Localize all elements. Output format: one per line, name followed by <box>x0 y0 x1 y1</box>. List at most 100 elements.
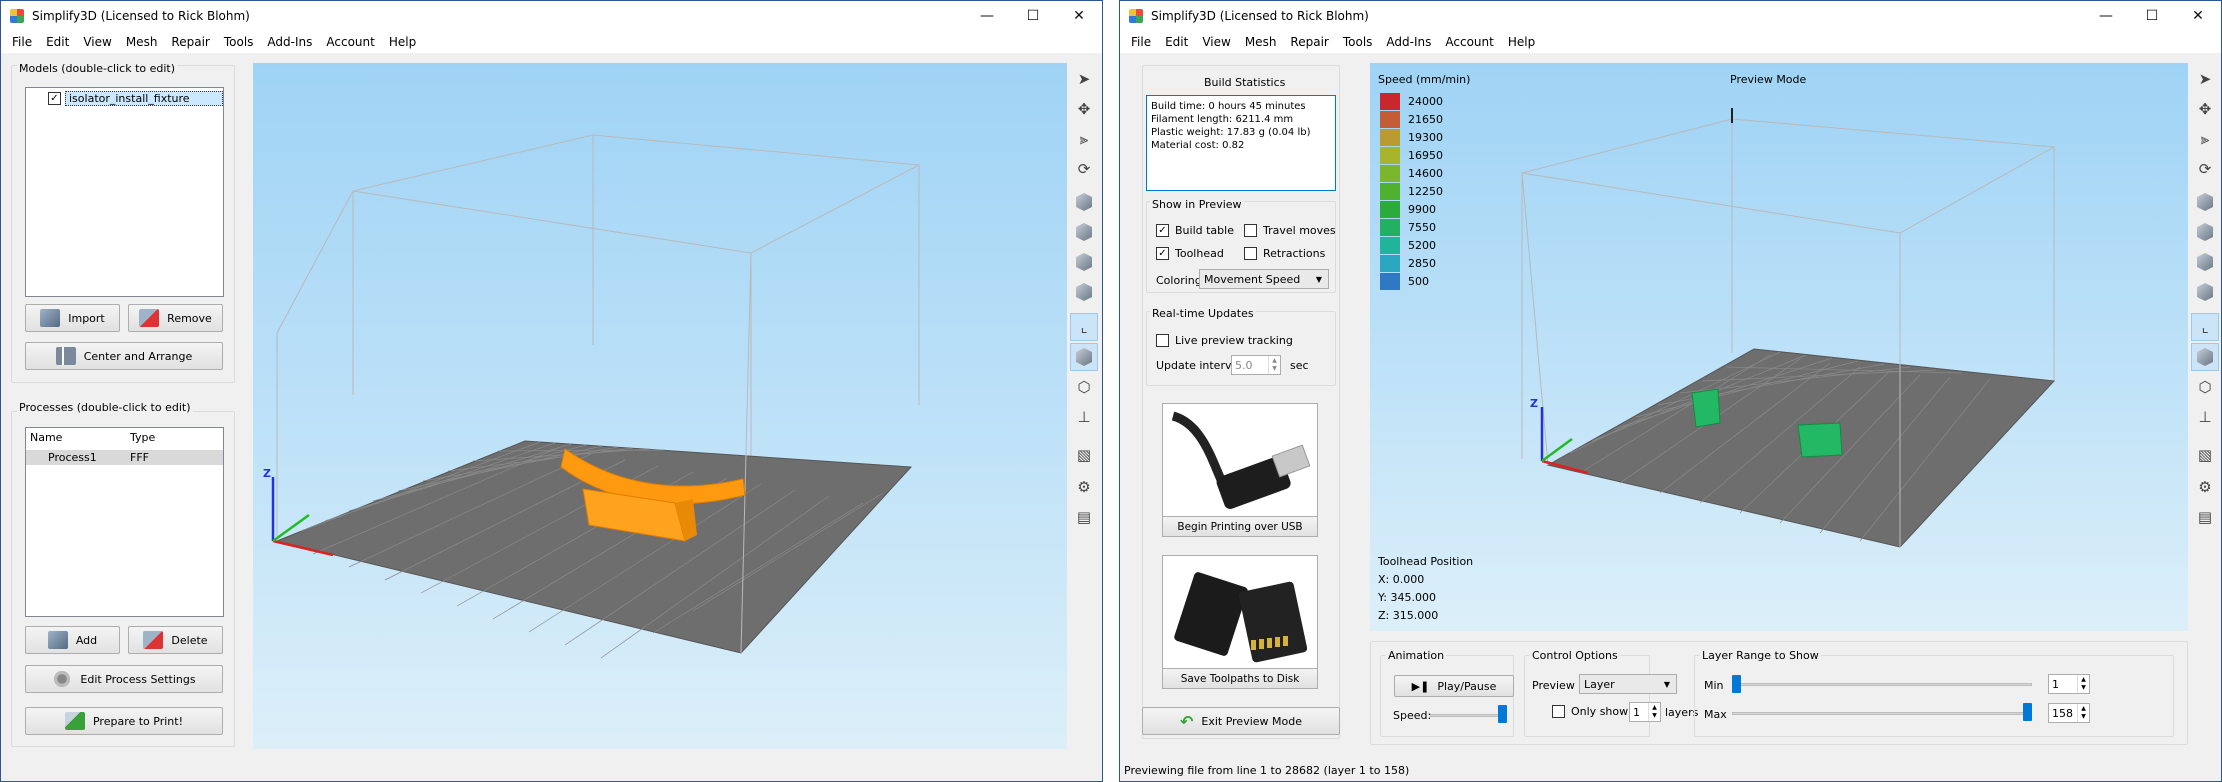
preview-by-select[interactable]: Layer ▼ <box>1579 674 1677 694</box>
menu-add-ins[interactable]: Add-Ins <box>1379 35 1438 49</box>
retractions-checkbox[interactable] <box>1244 247 1257 260</box>
axes-icon[interactable]: ⊥ <box>1070 403 1098 431</box>
view-cube-icon[interactable] <box>2191 218 2219 246</box>
view-cube-icon[interactable] <box>1070 343 1098 371</box>
travel-moves-checkbox[interactable] <box>1244 224 1257 237</box>
menu-tools[interactable]: Tools <box>1336 35 1380 49</box>
add-process-button[interactable]: Add <box>25 626 120 654</box>
select-arrow-icon[interactable]: ➤ <box>1070 65 1098 93</box>
build-table-checkbox[interactable]: ✓ <box>1156 224 1169 237</box>
only-show-layers-spinner[interactable]: 1 ▲ ▼ <box>1629 702 1661 722</box>
min-layer-spinner[interactable]: 1 ▲ ▼ <box>2048 674 2090 694</box>
rotate-icon[interactable]: ⟳ <box>2191 155 2219 183</box>
begin-printing-usb-button[interactable]: Begin Printing over USB <box>1162 403 1318 537</box>
supports-icon[interactable]: ▤ <box>2191 503 2219 531</box>
toolhead-option[interactable]: ✓ Toolhead <box>1156 247 1224 260</box>
menu-edit[interactable]: Edit <box>1158 35 1195 49</box>
min-layer-slider-thumb[interactable] <box>1732 675 1741 693</box>
wireframe-icon[interactable]: ⬡ <box>2191 373 2219 401</box>
view-cube-icon[interactable] <box>1070 248 1098 276</box>
maximize-button[interactable]: ☐ <box>1010 1 1056 31</box>
menu-file[interactable]: File <box>5 35 39 49</box>
processes-table[interactable]: Name Type Process1 FFF <box>25 427 224 617</box>
view-cube-icon[interactable] <box>1070 188 1098 216</box>
menu-repair[interactable]: Repair <box>1283 35 1335 49</box>
supports-icon[interactable]: ▤ <box>1070 503 1098 531</box>
spinner-arrows-icon[interactable]: ▲ ▼ <box>1268 356 1280 374</box>
move-icon[interactable]: ✥ <box>1070 95 1098 123</box>
exit-preview-button[interactable]: ↶ Exit Preview Mode <box>1142 707 1340 735</box>
speed-slider[interactable] <box>1430 714 1506 717</box>
column-header-type[interactable]: Type <box>130 431 155 444</box>
minimize-button[interactable]: — <box>964 1 1010 31</box>
menu-edit[interactable]: Edit <box>39 35 76 49</box>
menu-tools[interactable]: Tools <box>217 35 261 49</box>
close-button[interactable]: ✕ <box>2175 1 2221 31</box>
model-visible-checkbox[interactable]: ✓ <box>48 92 61 105</box>
cross-section-icon[interactable]: ▧ <box>2191 441 2219 469</box>
spinner-arrows-icon[interactable]: ▲ ▼ <box>2077 704 2089 722</box>
close-button[interactable]: ✕ <box>1056 1 1102 31</box>
menu-mesh[interactable]: Mesh <box>1238 35 1284 49</box>
axes-icon[interactable]: ⌞ <box>2191 313 2219 341</box>
travel-moves-option[interactable]: Travel moves <box>1244 224 1336 237</box>
play-pause-button[interactable]: ▶❚ Play/Pause <box>1394 675 1514 697</box>
scale-icon[interactable]: ⫸ <box>2191 125 2219 153</box>
rotate-icon[interactable]: ⟳ <box>1070 155 1098 183</box>
max-layer-slider[interactable] <box>1732 712 2032 715</box>
import-button[interactable]: Import <box>25 304 120 332</box>
live-tracking-option[interactable]: Live preview tracking <box>1156 334 1293 347</box>
models-list[interactable]: ✓ isolator_install_fixture <box>25 87 224 297</box>
view-cube-icon[interactable] <box>2191 248 2219 276</box>
axes-icon[interactable]: ⌞ <box>1070 313 1098 341</box>
scale-icon[interactable]: ⫸ <box>1070 125 1098 153</box>
only-show-checkbox[interactable] <box>1552 705 1565 718</box>
max-layer-spinner[interactable]: 158 ▲ ▼ <box>2048 703 2090 723</box>
menu-account[interactable]: Account <box>319 35 381 49</box>
save-toolpaths-button[interactable]: Save Toolpaths to Disk <box>1162 555 1318 689</box>
spinner-arrows-icon[interactable]: ▲ ▼ <box>2077 675 2089 693</box>
menu-repair[interactable]: Repair <box>164 35 216 49</box>
model-list-item[interactable]: ✓ isolator_install_fixture <box>48 91 223 106</box>
cross-section-icon[interactable]: ▧ <box>1070 441 1098 469</box>
menu-view[interactable]: View <box>1195 35 1237 49</box>
select-arrow-icon[interactable]: ➤ <box>2191 65 2219 93</box>
min-layer-slider[interactable] <box>1732 683 2032 686</box>
preview-viewport[interactable]: Z Preview Mode Speed (mm/min) 24000 2165… <box>1370 63 2188 631</box>
column-header-name[interactable]: Name <box>30 431 62 444</box>
toolhead-checkbox[interactable]: ✓ <box>1156 247 1169 260</box>
menu-mesh[interactable]: Mesh <box>119 35 165 49</box>
view-cube-icon[interactable] <box>2191 188 2219 216</box>
menu-file[interactable]: File <box>1124 35 1158 49</box>
remove-button[interactable]: Remove <box>128 304 223 332</box>
delete-process-button[interactable]: Delete <box>128 626 223 654</box>
menu-help[interactable]: Help <box>382 35 423 49</box>
view-cube-icon[interactable] <box>1070 278 1098 306</box>
edit-process-settings-button[interactable]: Edit Process Settings <box>25 665 223 693</box>
view-cube-icon[interactable] <box>1070 218 1098 246</box>
menu-view[interactable]: View <box>76 35 118 49</box>
view-cube-icon[interactable] <box>2191 343 2219 371</box>
3d-viewport[interactable]: Z <box>253 63 1067 749</box>
table-row[interactable]: Process1 FFF <box>26 450 223 465</box>
prepare-to-print-button[interactable]: Prepare to Print! <box>25 707 223 735</box>
minimize-button[interactable]: — <box>2083 1 2129 31</box>
menu-account[interactable]: Account <box>1438 35 1500 49</box>
update-interval-spinner[interactable]: 5.0 ▲ ▼ <box>1231 355 1281 375</box>
spinner-arrows-icon[interactable]: ▲ ▼ <box>1648 703 1660 721</box>
only-show-option[interactable]: Only show <box>1552 705 1628 718</box>
live-tracking-checkbox[interactable] <box>1156 334 1169 347</box>
speed-slider-thumb[interactable] <box>1498 705 1507 723</box>
menu-help[interactable]: Help <box>1501 35 1542 49</box>
retractions-option[interactable]: Retractions <box>1244 247 1325 260</box>
coloring-select[interactable]: Movement Speed ▼ <box>1199 269 1329 289</box>
menu-add-ins[interactable]: Add-Ins <box>260 35 319 49</box>
max-layer-slider-thumb[interactable] <box>2023 703 2032 721</box>
move-icon[interactable]: ✥ <box>2191 95 2219 123</box>
build-table-option[interactable]: ✓ Build table <box>1156 224 1234 237</box>
center-arrange-button[interactable]: Center and Arrange <box>25 342 223 370</box>
gear-icon[interactable]: ⚙ <box>1070 473 1098 501</box>
axes-icon[interactable]: ⊥ <box>2191 403 2219 431</box>
wireframe-icon[interactable]: ⬡ <box>1070 373 1098 401</box>
gear-icon[interactable]: ⚙ <box>2191 473 2219 501</box>
